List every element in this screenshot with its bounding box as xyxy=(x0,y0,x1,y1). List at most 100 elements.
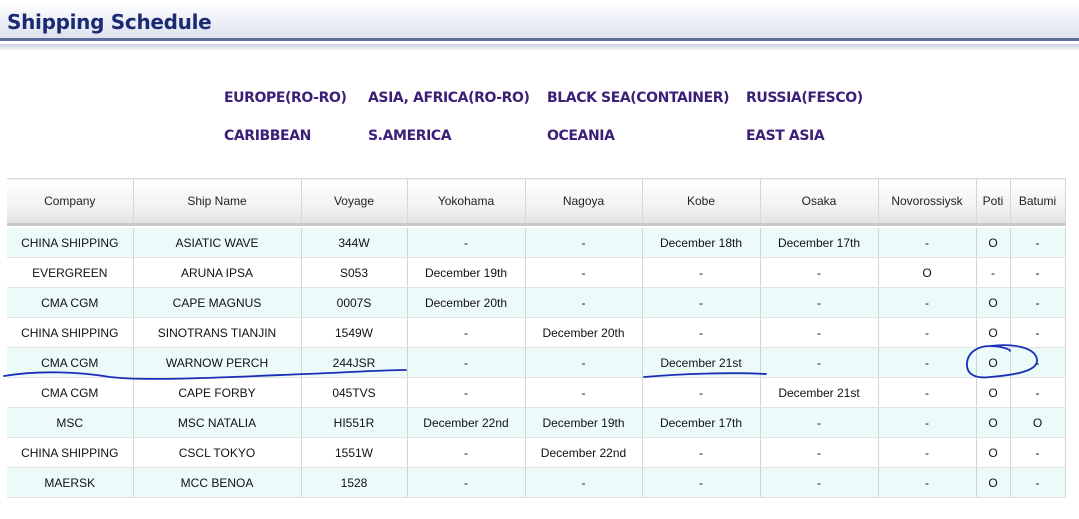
cell-company: CHINA SHIPPING xyxy=(7,437,134,468)
region-link-oceania[interactable]: OCEANIA xyxy=(547,128,615,144)
cell-voyage: HI551R xyxy=(301,407,408,438)
cell-kobe: - xyxy=(642,317,761,348)
cell-voyage: 0007S xyxy=(301,287,408,318)
cell-batumi: - xyxy=(1010,377,1066,408)
region-link-black-sea[interactable]: BLACK SEA(CONTAINER) xyxy=(547,90,730,106)
cell-ship-name: MSC NATALIA xyxy=(133,407,302,438)
region-link-east-asia[interactable]: EAST ASIA xyxy=(746,128,825,144)
table-header-row: Company Ship Name Voyage Yokohama Nagoya… xyxy=(7,178,1066,226)
cell-kobe: December 21st xyxy=(642,347,761,378)
cell-batumi: - xyxy=(1010,347,1066,378)
cell-nagoya: - xyxy=(525,287,643,318)
cell-ship-name: WARNOW PERCH xyxy=(133,347,302,378)
cell-company: EVERGREEN xyxy=(7,257,134,288)
cell-ship-name: SINOTRANS TIANJIN xyxy=(133,317,302,348)
cell-osaka: - xyxy=(760,347,879,378)
cell-batumi: - xyxy=(1010,317,1066,348)
cell-yokohama: - xyxy=(407,467,526,498)
cell-company: CHINA SHIPPING xyxy=(7,228,134,258)
cell-voyage: 1528 xyxy=(301,467,408,498)
title-divider xyxy=(0,44,1079,50)
cell-company: CMA CGM xyxy=(7,377,134,408)
cell-novorossiysk: - xyxy=(878,377,977,408)
table-row: CMA CGM WARNOW PERCH 244JSR - - December 21st… xyxy=(7,347,1066,378)
cell-osaka: December 17th xyxy=(760,228,879,258)
cell-osaka: - xyxy=(760,257,879,288)
table-row: CMA CGM CAPE MAGNUS 0007S December 20th - - - -… xyxy=(7,287,1066,318)
cell-osaka: - xyxy=(760,437,879,468)
cell-company: MAERSK xyxy=(7,467,134,498)
cell-yokohama: - xyxy=(407,317,526,348)
cell-nagoya: - xyxy=(525,228,643,258)
cell-ship-name: ASIATIC WAVE xyxy=(133,228,302,258)
column-header: Yokohama xyxy=(407,178,526,226)
cell-osaka: - xyxy=(760,317,879,348)
cell-poti: O xyxy=(976,287,1011,318)
cell-kobe: - xyxy=(642,377,761,408)
cell-yokohama: - xyxy=(407,228,526,258)
cell-batumi: - xyxy=(1010,437,1066,468)
cell-kobe: - xyxy=(642,467,761,498)
cell-ship-name: ARUNA IPSA xyxy=(133,257,302,288)
cell-osaka: - xyxy=(760,407,879,438)
cell-voyage: 1551W xyxy=(301,437,408,468)
cell-batumi: - xyxy=(1010,467,1066,498)
region-link-asia-africa[interactable]: ASIA, AFRICA(RO-RO) xyxy=(368,90,530,106)
cell-poti: O xyxy=(976,407,1011,438)
region-link-south-america[interactable]: S.AMERICA xyxy=(368,128,452,144)
cell-novorossiysk: - xyxy=(878,407,977,438)
table-row: CHINA SHIPPING CSCL TOKYO 1551W - December 2… xyxy=(7,437,1066,468)
cell-voyage: S053 xyxy=(301,257,408,288)
cell-osaka: - xyxy=(760,287,879,318)
cell-poti: O xyxy=(976,377,1011,408)
cell-yokohama: - xyxy=(407,377,526,408)
cell-voyage: 1549W xyxy=(301,317,408,348)
cell-nagoya: - xyxy=(525,467,643,498)
table-row: CHINA SHIPPING SINOTRANS TIANJIN 1549W - Dec… xyxy=(7,317,1066,348)
column-header: Osaka xyxy=(760,178,879,226)
cell-batumi: - xyxy=(1010,228,1066,258)
schedule-table: Company Ship Name Voyage Yokohama Nagoya… xyxy=(7,178,1066,498)
cell-osaka: December 21st xyxy=(760,377,879,408)
cell-voyage: 244JSR xyxy=(301,347,408,378)
cell-batumi: - xyxy=(1010,287,1066,318)
cell-novorossiysk: - xyxy=(878,437,977,468)
column-header: Novorossiysk xyxy=(878,178,977,226)
cell-company: CHINA SHIPPING xyxy=(7,317,134,348)
region-link-europe[interactable]: EUROPE(RO-RO) xyxy=(224,90,347,106)
cell-poti: - xyxy=(976,257,1011,288)
cell-poti: O xyxy=(976,467,1011,498)
cell-ship-name: CSCL TOKYO xyxy=(133,437,302,468)
region-link-russia[interactable]: RUSSIA(FESCO) xyxy=(746,90,863,106)
cell-novorossiysk: - xyxy=(878,228,977,258)
column-header: Ship Name xyxy=(133,178,302,226)
cell-nagoya: December 20th xyxy=(525,317,643,348)
cell-poti: O xyxy=(976,347,1011,378)
title-bar: Shipping Schedule xyxy=(0,3,1079,41)
cell-ship-name: MCC BENOA xyxy=(133,467,302,498)
cell-nagoya: - xyxy=(525,347,643,378)
cell-novorossiysk: - xyxy=(878,347,977,378)
cell-voyage: 344W xyxy=(301,228,408,258)
cell-yokohama: - xyxy=(407,437,526,468)
cell-nagoya: - xyxy=(525,377,643,408)
column-header: Kobe xyxy=(642,178,761,226)
cell-kobe: December 17th xyxy=(642,407,761,438)
region-link-caribbean[interactable]: CARIBBEAN xyxy=(224,128,311,144)
cell-osaka: - xyxy=(760,467,879,498)
table-row: CMA CGM CAPE FORBY 045TVS - - - December 21st -… xyxy=(7,377,1066,408)
table-row: MAERSK MCC BENOA 1528- - - - - O - xyxy=(7,467,1066,498)
cell-company: CMA CGM xyxy=(7,287,134,318)
table-body: CHINA SHIPPING ASIATIC WAVE 344W - - December… xyxy=(7,224,1066,498)
cell-company: CMA CGM xyxy=(7,347,134,378)
cell-poti: O xyxy=(976,228,1011,258)
cell-poti: O xyxy=(976,437,1011,468)
cell-novorossiysk: O xyxy=(878,257,977,288)
column-header: Poti xyxy=(976,178,1011,226)
cell-ship-name: CAPE FORBY xyxy=(133,377,302,408)
cell-novorossiysk: - xyxy=(878,467,977,498)
cell-batumi: O xyxy=(1010,407,1066,438)
column-header: Nagoya xyxy=(525,178,643,226)
cell-nagoya: December 19th xyxy=(525,407,643,438)
cell-yokohama: December 22nd xyxy=(407,407,526,438)
